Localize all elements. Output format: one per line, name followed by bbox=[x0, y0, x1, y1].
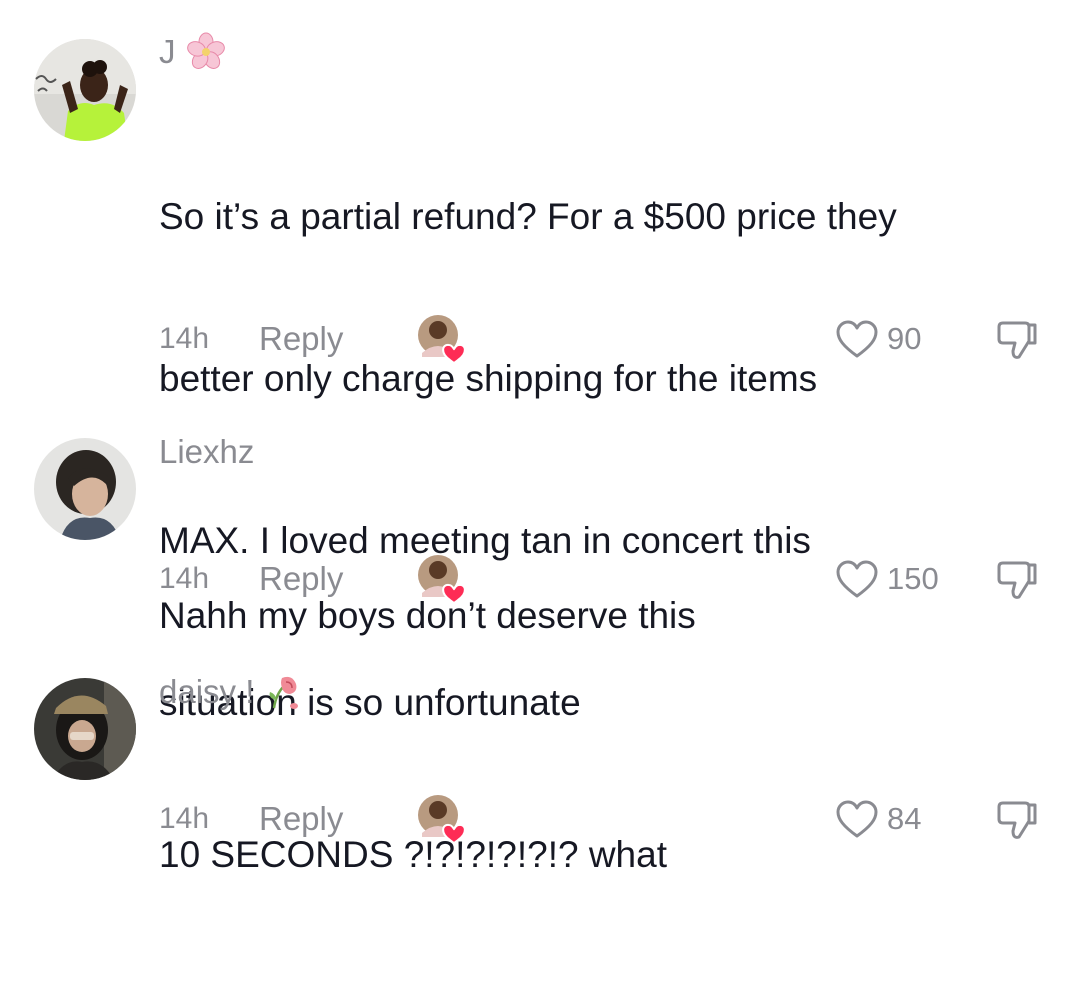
cherry-blossom-icon bbox=[186, 32, 226, 72]
dislike-button[interactable] bbox=[993, 317, 1041, 361]
comment-username[interactable]: Liexhz bbox=[159, 432, 254, 472]
wilted-rose-icon bbox=[264, 672, 304, 712]
username-text[interactable]: Liexhz bbox=[159, 432, 254, 472]
heart-outline-icon bbox=[836, 320, 878, 358]
avatar[interactable] bbox=[34, 438, 136, 540]
avatar-image bbox=[34, 39, 136, 141]
avatar-image bbox=[34, 678, 136, 780]
comment-actions: 14h Reply 84 bbox=[159, 795, 1059, 845]
reply-button[interactable]: Reply bbox=[259, 557, 343, 601]
comment-username[interactable]: daisy ! bbox=[159, 672, 304, 712]
comment-timestamp: 14h bbox=[159, 322, 210, 355]
comment-text: 10 SECONDS ?!?!?!?!?!? what bbox=[159, 720, 1049, 990]
username-text[interactable]: J bbox=[159, 32, 176, 72]
comment-timestamp: 14h bbox=[159, 562, 210, 595]
avatar-image bbox=[34, 438, 136, 540]
creator-liked-badge-icon bbox=[416, 313, 468, 365]
comment-timestamp: 14h bbox=[159, 802, 210, 835]
heart-outline-icon bbox=[836, 560, 878, 598]
like-count: 90 bbox=[887, 321, 922, 356]
thumbs-down-icon bbox=[997, 801, 1037, 839]
dislike-button[interactable] bbox=[993, 557, 1041, 601]
creator-liked-badge-icon bbox=[416, 553, 468, 605]
thumbs-down-icon bbox=[997, 321, 1037, 359]
comment-username[interactable]: J bbox=[159, 32, 226, 72]
comment-line: So it’s a partial refund? For a $500 pri… bbox=[159, 196, 897, 237]
like-count: 150 bbox=[887, 561, 939, 596]
thumbs-down-icon bbox=[997, 561, 1037, 599]
comment-actions: 14h Reply 150 bbox=[159, 555, 1059, 605]
dislike-button[interactable] bbox=[993, 797, 1041, 841]
like-button[interactable]: 84 bbox=[835, 797, 921, 841]
like-button[interactable]: 90 bbox=[835, 317, 921, 361]
avatar[interactable] bbox=[34, 678, 136, 780]
like-button[interactable]: 150 bbox=[835, 557, 939, 601]
like-count: 84 bbox=[887, 801, 922, 836]
avatar[interactable] bbox=[34, 39, 136, 141]
creator-liked-badge-icon bbox=[416, 793, 468, 845]
reply-button[interactable]: Reply bbox=[259, 797, 343, 841]
username-text[interactable]: daisy ! bbox=[159, 672, 254, 712]
heart-outline-icon bbox=[836, 800, 878, 838]
reply-button[interactable]: Reply bbox=[259, 317, 343, 361]
comment-actions: 14h Reply 90 bbox=[159, 315, 1059, 365]
